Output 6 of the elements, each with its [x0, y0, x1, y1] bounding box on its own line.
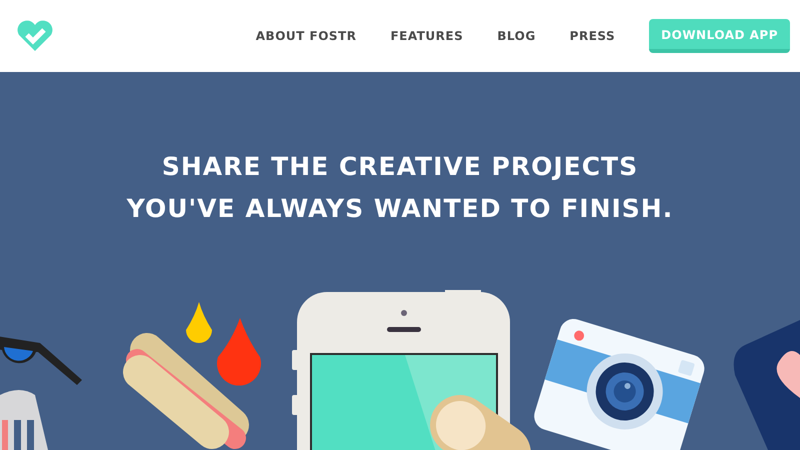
nav-link[interactable]: BLOG	[497, 29, 536, 43]
nav-link[interactable]: PRESS	[570, 29, 616, 43]
hero-headline: SHARE THE CREATIVE PROJECTS YOU'VE ALWAYS WANTED TO FINISH.	[126, 151, 674, 225]
heart-check-logo-icon	[16, 20, 54, 52]
nav-link[interactable]: FEATURES	[390, 29, 464, 43]
nav-link[interactable]: ABOUT FOSTR	[256, 29, 356, 43]
